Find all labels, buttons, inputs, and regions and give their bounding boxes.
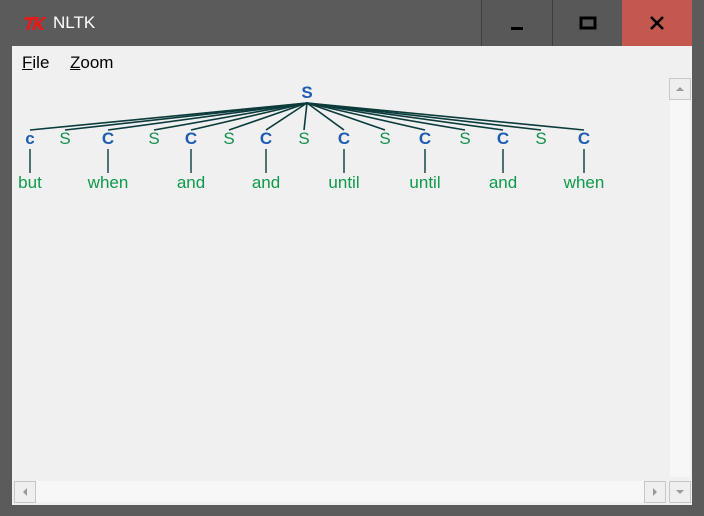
tree-canvas[interactable]: Sc but S Cwhen S Cand S Cand S Cuntil S Cuntil S Cand… — [12, 76, 667, 478]
tree-leaf-word[interactable]: and — [252, 173, 280, 192]
scroll-corner — [667, 478, 692, 505]
menu-zoom[interactable]: Zoom — [70, 53, 113, 73]
menu-file-mnemonic: F — [22, 53, 33, 72]
scroll-down-button[interactable] — [669, 481, 691, 503]
menu-zoom-rest: oom — [80, 53, 114, 72]
tree-node[interactable]: C — [102, 129, 114, 148]
horizontal-scrollbar[interactable] — [12, 478, 667, 505]
scroll-right-button[interactable] — [644, 481, 666, 503]
arrow-left-icon — [23, 488, 27, 496]
tree-node[interactable]: S — [298, 129, 309, 148]
tree-edge — [303, 102, 308, 131]
vertical-scrollbar[interactable] — [667, 76, 692, 478]
tree-node[interactable]: S — [459, 129, 470, 148]
tk-icon — [24, 17, 47, 30]
parse-tree: Sc but S Cwhen S Cand S Cand S Cuntil S Cuntil S Cand… — [18, 83, 605, 192]
menu-file[interactable]: File — [22, 53, 49, 73]
tree-leaf-word[interactable]: but — [18, 173, 42, 192]
tree-node[interactable]: C — [260, 129, 272, 148]
tree-node[interactable]: S — [59, 129, 70, 148]
tree-root-node[interactable]: S — [301, 83, 312, 102]
vertical-scroll-track[interactable] — [670, 79, 690, 477]
maximize-icon — [579, 16, 597, 30]
tree-node[interactable]: S — [223, 129, 234, 148]
tree-node[interactable]: S — [148, 129, 159, 148]
tree-node[interactable]: C — [578, 129, 590, 148]
minimize-button[interactable] — [481, 0, 552, 46]
menu-file-rest: ile — [32, 53, 50, 72]
client-area: File Zoom Sc but S Cwhen S Cand S Cand S Cuntil S C… — [12, 46, 692, 505]
tree-leaf-word[interactable]: until — [409, 173, 440, 192]
arrow-up-icon — [676, 87, 684, 91]
tree-edge — [153, 102, 308, 131]
maximize-button[interactable] — [552, 0, 623, 46]
tree-leaf-word[interactable]: and — [489, 173, 517, 192]
tree-leaf-word[interactable]: until — [328, 173, 359, 192]
tree-leaf-word[interactable]: when — [87, 173, 129, 192]
title-bar[interactable]: NLTK — [0, 0, 704, 46]
tree-node[interactable]: C — [185, 129, 197, 148]
tree-node[interactable]: C — [497, 129, 509, 148]
arrow-right-icon — [653, 488, 657, 496]
scroll-left-button[interactable] — [14, 481, 36, 503]
tree-node[interactable]: C — [419, 129, 431, 148]
scroll-up-button[interactable] — [669, 78, 691, 100]
window-title: NLTK — [53, 13, 96, 32]
close-icon — [650, 16, 664, 30]
tree-node[interactable]: S — [379, 129, 390, 148]
nltk-window: NLTK File Zoom Sc but S Cwhen S Cand S Cand S Cun… — [0, 0, 704, 516]
tree-node[interactable]: S — [535, 129, 546, 148]
tree-node[interactable]: c — [25, 129, 34, 148]
menu-zoom-mnemonic: Z — [70, 53, 81, 72]
tree-leaf-word[interactable]: when — [563, 173, 605, 192]
minimize-icon — [511, 27, 523, 30]
horizontal-scroll-track[interactable] — [15, 481, 645, 502]
close-button[interactable] — [622, 0, 692, 46]
tree-node[interactable]: C — [338, 129, 350, 148]
arrow-down-icon — [676, 490, 684, 494]
tree-leaf-word[interactable]: and — [177, 173, 205, 192]
menu-bar: File Zoom — [12, 46, 692, 76]
